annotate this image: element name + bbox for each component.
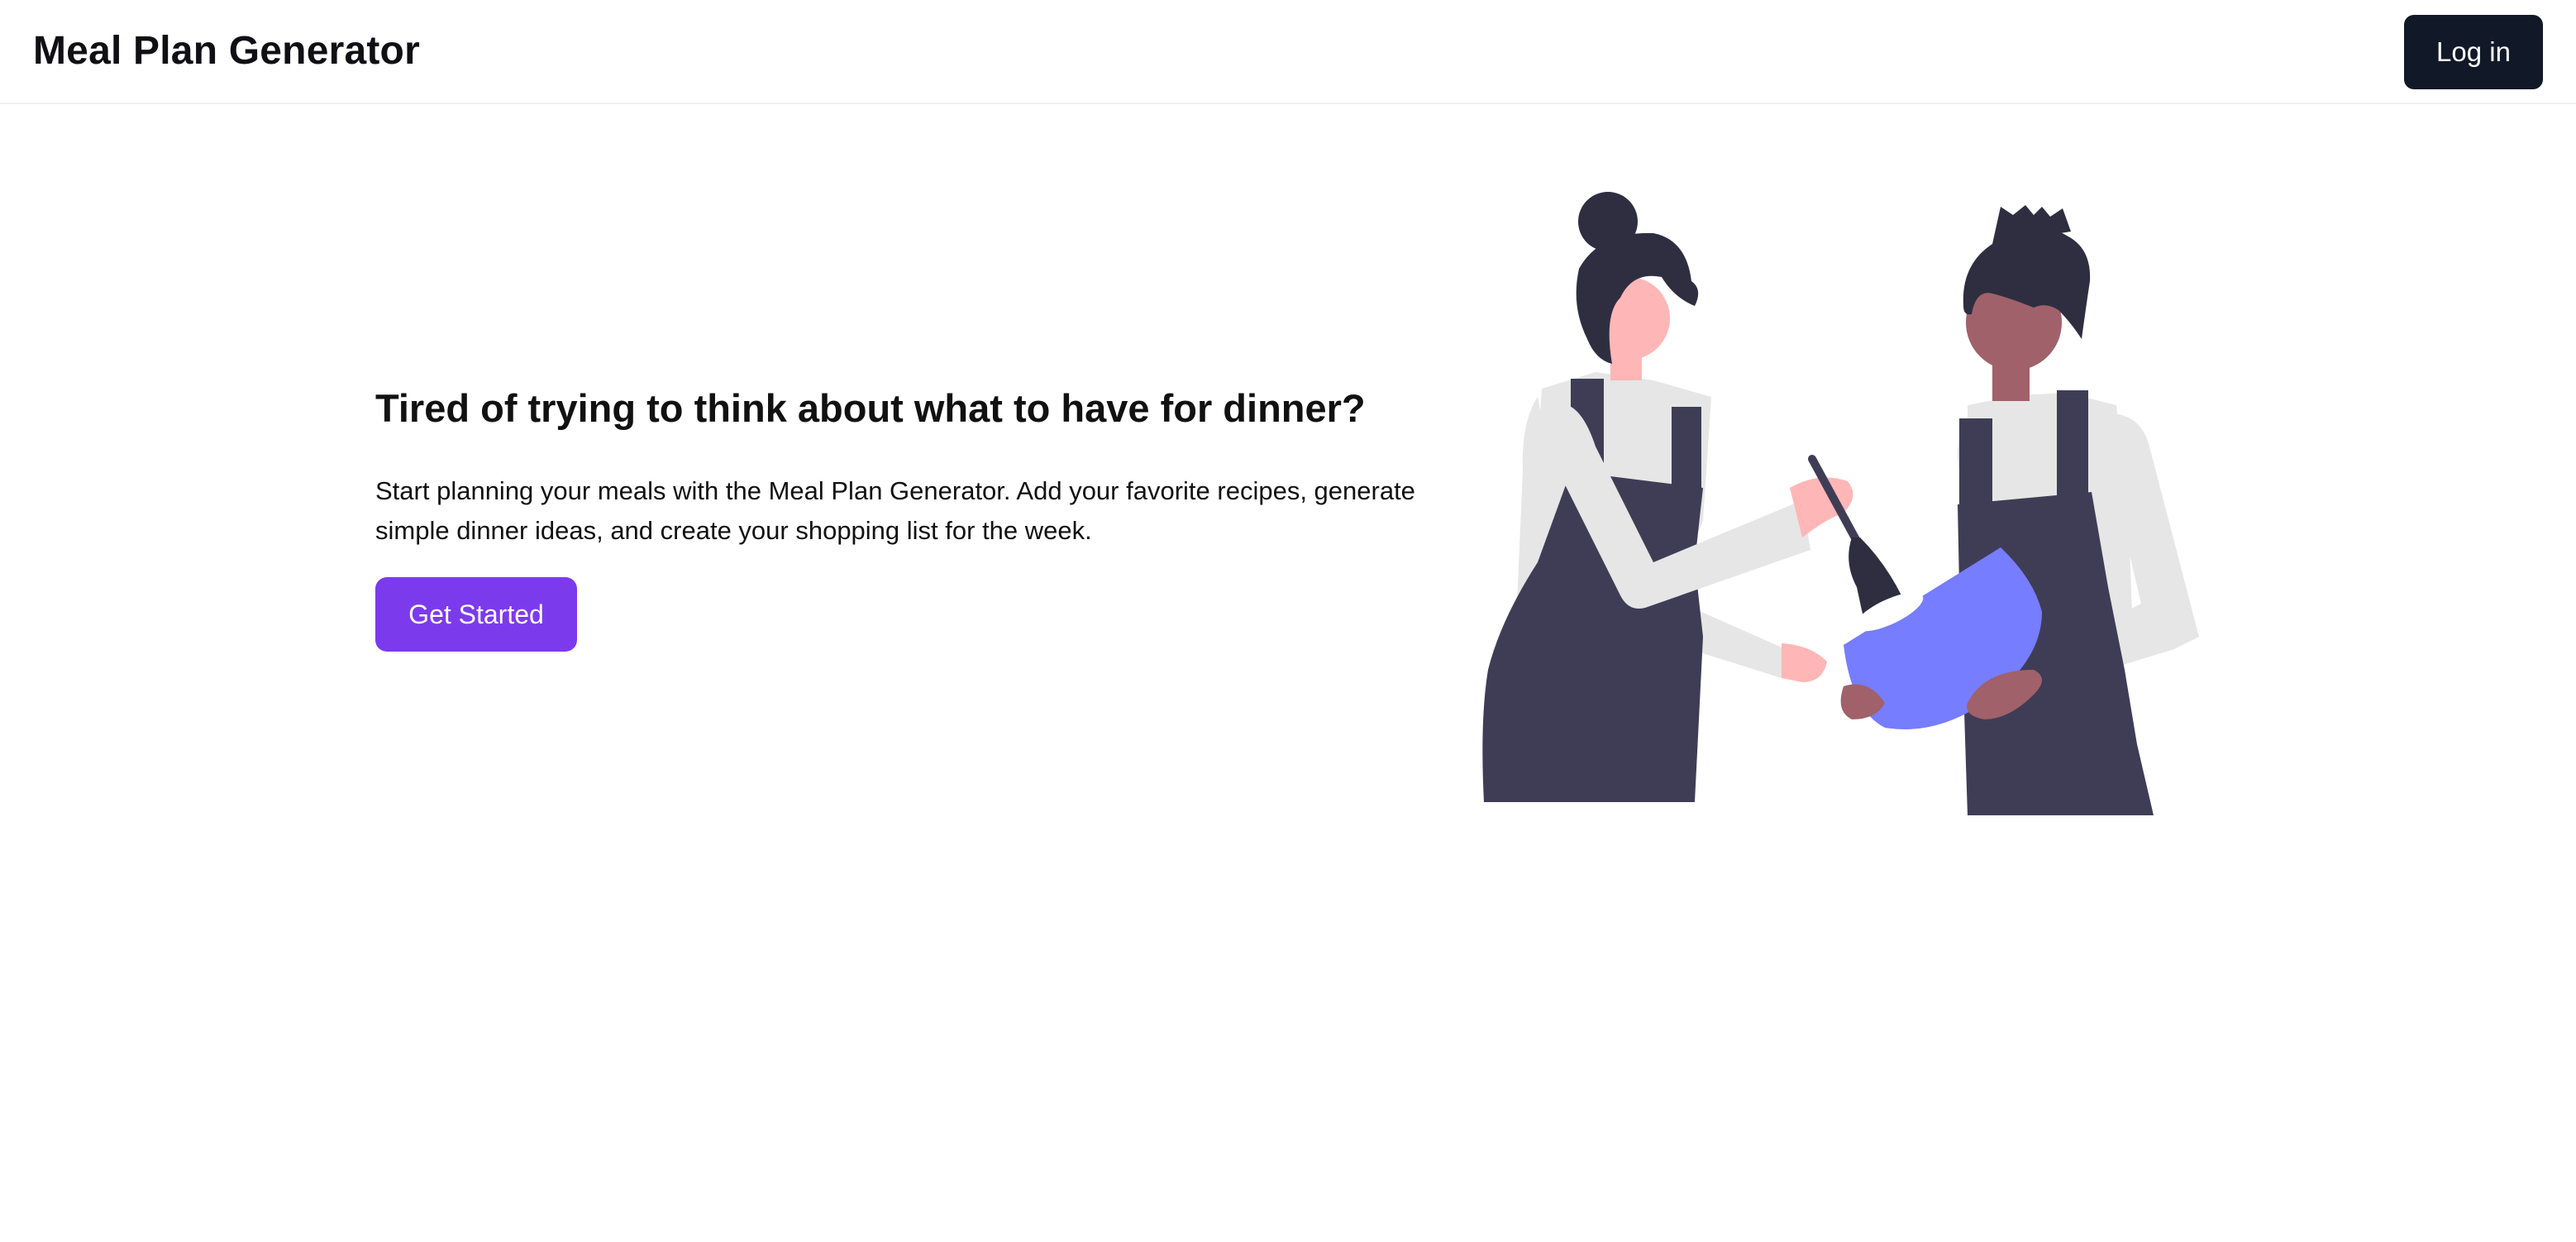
app-title: Meal Plan Generator [33,29,420,73]
get-started-button[interactable]: Get Started [375,577,577,652]
hero-description: Start planning your meals with the Meal … [375,476,1415,545]
woman-figure [1482,192,1901,802]
login-button[interactable]: Log in [2404,15,2543,89]
man-figure [1958,205,2199,815]
hero-heading: Tired of trying to think about what to h… [375,386,1366,430]
top-navbar: Meal Plan Generator Log in [0,0,2576,104]
cooking-people-illustration [1482,192,2199,815]
